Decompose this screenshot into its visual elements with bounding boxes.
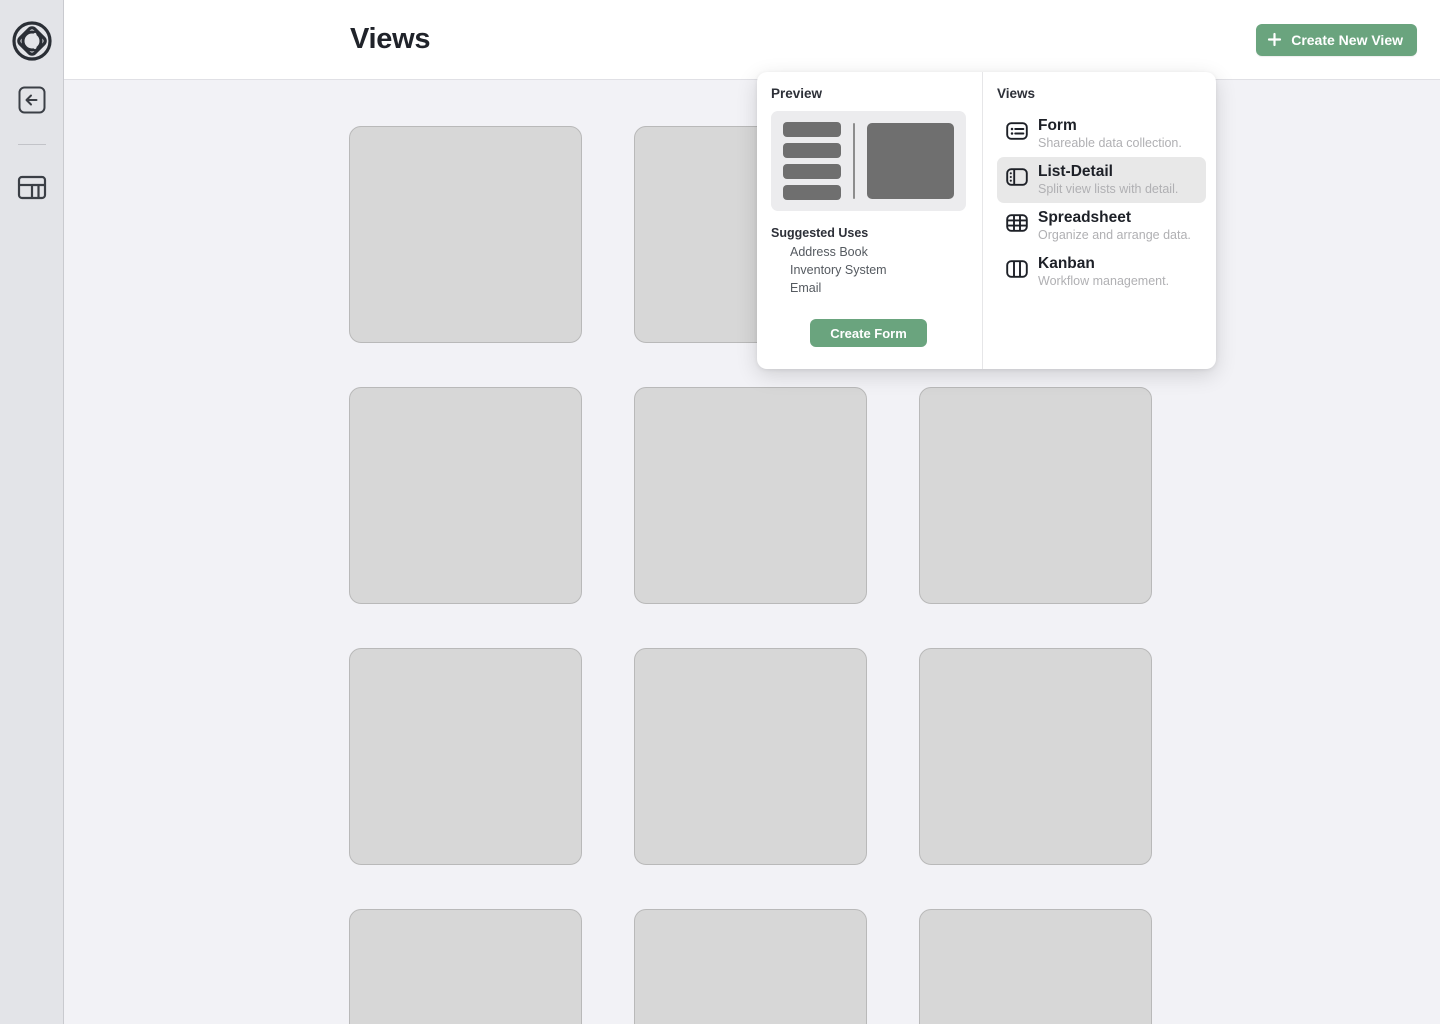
view-option-kanban[interactable]: Kanban Workflow management. [997, 249, 1206, 295]
preview-thumbnail [771, 111, 966, 211]
preview-detail-pane [867, 123, 954, 199]
view-option-subtitle: Workflow management. [1038, 274, 1170, 288]
kanban-icon [1005, 257, 1029, 286]
views-content [64, 80, 1440, 1024]
sidebar [0, 0, 64, 1024]
views-heading: Views [997, 86, 1036, 101]
view-card[interactable] [919, 909, 1152, 1024]
diamond-logo-icon [11, 21, 52, 61]
popover-views-panel: Views Form Shareable data collection. Li… [982, 72, 1216, 369]
sidebar-divider [17, 144, 46, 145]
suggested-use-item: Email [790, 281, 822, 295]
view-option-title: List-Detail [1038, 163, 1113, 180]
plus-icon [1268, 32, 1282, 47]
view-card[interactable] [634, 909, 867, 1024]
views-card-grid [64, 126, 1440, 1024]
preview-list-row [783, 122, 841, 137]
preview-list-row [783, 185, 841, 200]
view-card[interactable] [919, 387, 1152, 604]
app-logo[interactable] [9, 18, 55, 64]
view-option-subtitle: Organize and arrange data. [1038, 228, 1191, 242]
view-option-title: Kanban [1038, 255, 1095, 272]
popover-action-row: Create Form [771, 319, 966, 369]
spreadsheet-icon [1005, 211, 1029, 240]
layout-panel-icon [17, 175, 46, 200]
view-option-subtitle: Split view lists with detail. [1038, 182, 1179, 196]
view-card[interactable] [349, 126, 582, 343]
view-card[interactable] [349, 387, 582, 604]
view-card[interactable] [634, 648, 867, 865]
page-title: Views [350, 23, 431, 55]
view-card[interactable] [634, 387, 867, 604]
preview-divider [853, 123, 855, 199]
create-view-popover: Preview Suggested Uses Address Book Inve… [757, 72, 1216, 369]
create-form-button[interactable]: Create Form [810, 319, 927, 347]
preview-list-row [783, 143, 841, 158]
preview-list-column [783, 122, 841, 200]
suggested-use-item: Inventory System [790, 263, 887, 277]
suggested-use-item: Address Book [790, 245, 868, 259]
list-detail-icon [1005, 165, 1029, 194]
create-new-view-button[interactable]: Create New View [1256, 23, 1417, 56]
view-option-title: Spreadsheet [1038, 209, 1132, 226]
view-option-list-detail[interactable]: List-Detail Split view lists with detail… [997, 157, 1206, 203]
view-option-form[interactable]: Form Shareable data collection. [997, 111, 1206, 157]
back-button[interactable] [10, 78, 54, 122]
form-icon [1005, 119, 1029, 148]
suggested-uses-title: Suggested Uses [771, 226, 869, 240]
view-option-title: Form [1038, 117, 1077, 134]
back-arrow-icon [18, 86, 45, 114]
create-new-view-label: Create New View [1291, 31, 1403, 48]
popover-preview-panel: Preview Suggested Uses Address Book Inve… [757, 72, 982, 369]
view-option-subtitle: Shareable data collection. [1038, 136, 1182, 150]
view-card[interactable] [919, 648, 1152, 865]
app-root: Views Create New View Preview Suggested … [0, 0, 1440, 1024]
suggested-uses-list: Address Book Inventory System Email [771, 243, 966, 297]
view-card[interactable] [349, 909, 582, 1024]
view-option-spreadsheet[interactable]: Spreadsheet Organize and arrange data. [997, 203, 1206, 249]
top-bar: Views Create New View [64, 0, 1440, 80]
view-card[interactable] [349, 648, 582, 865]
preview-list-row [783, 164, 841, 179]
layout-panel-button[interactable] [10, 165, 54, 209]
preview-heading: Preview [771, 86, 823, 101]
main-area: Views Create New View Preview Suggested … [64, 0, 1440, 1024]
